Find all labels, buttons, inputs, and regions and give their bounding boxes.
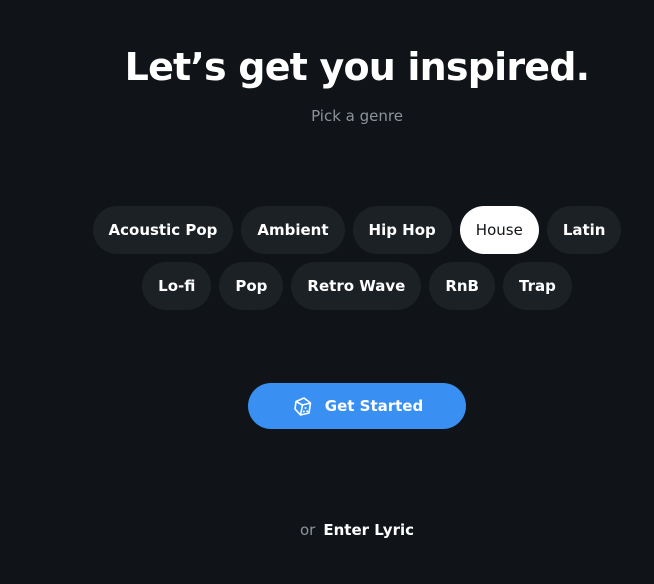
genre-chip-trap[interactable]: Trap: [503, 262, 572, 310]
genre-chip-ambient[interactable]: Ambient: [241, 206, 345, 254]
enter-lyric-link[interactable]: Enter Lyric: [323, 521, 414, 539]
or-label: or: [300, 521, 316, 539]
genre-chip-retro-wave[interactable]: Retro Wave: [291, 262, 422, 310]
get-started-label: Get Started: [324, 397, 424, 415]
genre-chip-lo-fi[interactable]: Lo-fi: [142, 262, 212, 310]
footer-links: or Enter Lyric: [0, 520, 654, 540]
dice-icon: [291, 394, 315, 418]
genre-chip-acoustic-pop[interactable]: Acoustic Pop: [92, 206, 234, 254]
page-title: Let’s get you inspired.: [124, 45, 590, 89]
genre-chip-pop[interactable]: Pop: [219, 262, 284, 310]
genre-picker: Acoustic Pop Ambient Hip Hop House Latin…: [0, 206, 654, 318]
genre-row-1: Acoustic Pop Ambient Hip Hop House Latin: [0, 206, 654, 254]
genre-chip-latin[interactable]: Latin: [546, 206, 622, 254]
page-subtitle: Pick a genre: [311, 107, 403, 125]
genre-chip-house[interactable]: House: [459, 206, 539, 254]
genre-chip-rnb[interactable]: RnB: [429, 262, 495, 310]
genre-row-2: Lo-fi Pop Retro Wave RnB Trap: [0, 262, 654, 310]
get-started-button[interactable]: Get Started: [248, 383, 466, 429]
genre-chip-hip-hop[interactable]: Hip Hop: [352, 206, 452, 254]
